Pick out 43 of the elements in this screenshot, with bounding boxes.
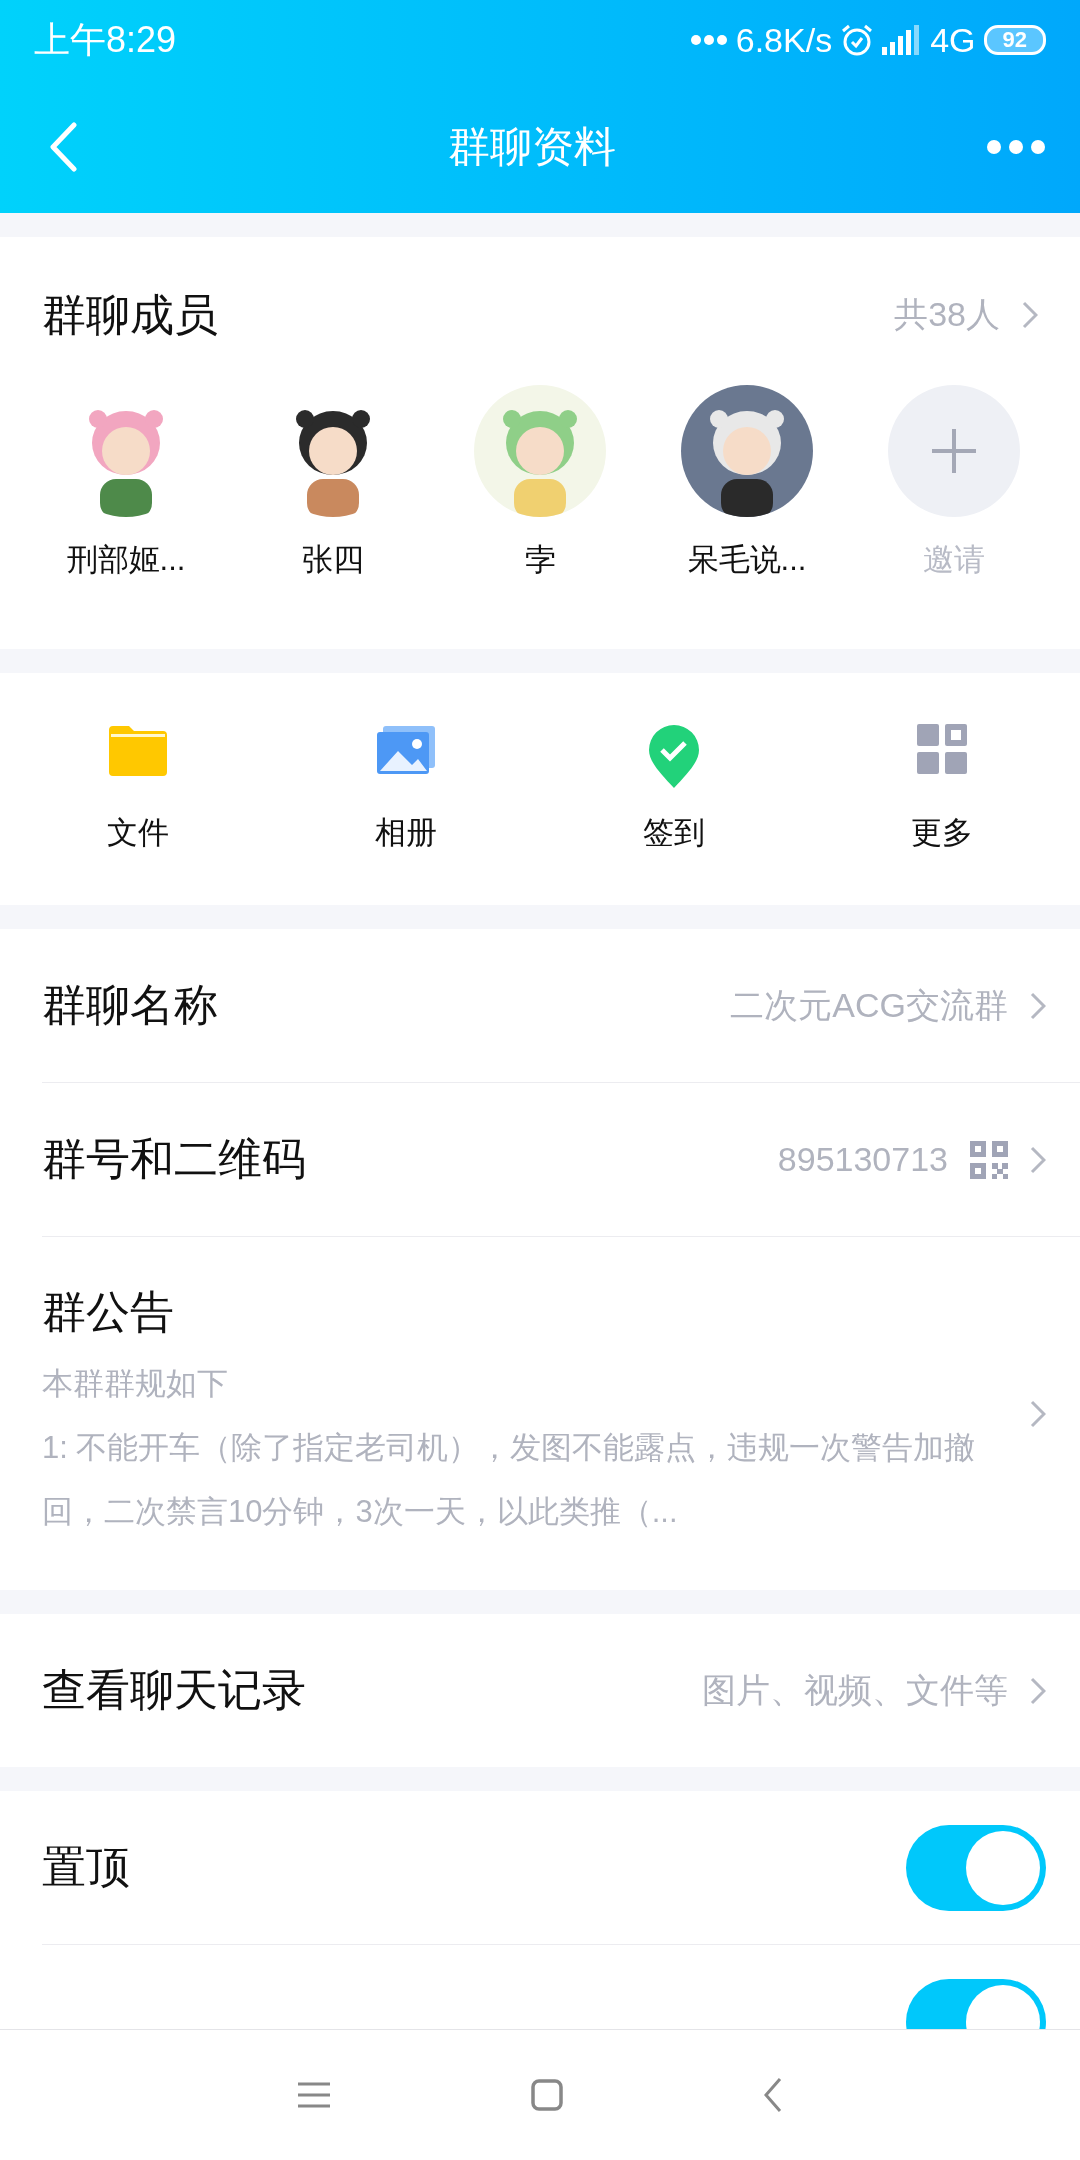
announcement-text: 1: 不能开车（除了指定老司机），发图不能露点，违规一次警告加撤回，二次禁言10分钟，3次一天，以此类推（... bbox=[42, 1429, 977, 1531]
row-label: 群号和二维码 bbox=[42, 1133, 306, 1185]
chevron-icon bbox=[1022, 301, 1038, 329]
grid-icon[interactable] bbox=[917, 724, 967, 774]
image-icon[interactable] bbox=[375, 724, 437, 776]
invite-label: 邀请 bbox=[923, 541, 985, 579]
row-label: 查看聊天记录 bbox=[42, 1664, 306, 1716]
page-title: 群聊资料 bbox=[448, 121, 616, 172]
member-name: 刑部姬... bbox=[66, 541, 186, 579]
network-speed: 6.8K/s bbox=[735, 20, 833, 60]
member-name: 张四 bbox=[302, 541, 364, 579]
member-name: 呆毛说... bbox=[687, 541, 807, 579]
dots-icon bbox=[689, 34, 728, 46]
chevron-icon bbox=[1030, 1676, 1046, 1705]
action-label: 文件 bbox=[107, 814, 169, 852]
action-label: 相册 bbox=[375, 814, 437, 852]
chevron-icon bbox=[1030, 991, 1046, 1020]
member-count[interactable]: 共38人 bbox=[894, 292, 1000, 338]
back-icon[interactable] bbox=[763, 2077, 783, 2113]
member-name: 孛 bbox=[524, 541, 556, 579]
row-value[interactable]: 二次元ACG交流群 bbox=[730, 982, 1008, 1029]
qr-code-icon[interactable] bbox=[970, 1140, 1008, 1179]
chevron-icon bbox=[1030, 1145, 1046, 1174]
action-label: 更多 bbox=[911, 814, 973, 852]
chevron-icon bbox=[1030, 1399, 1046, 1428]
alarm-icon bbox=[840, 23, 875, 57]
home-icon[interactable] bbox=[531, 2079, 563, 2111]
status-time: 上午8:29 bbox=[34, 17, 177, 62]
row-label: 置顶 bbox=[42, 1841, 130, 1893]
checkmark-pin-icon[interactable] bbox=[647, 724, 701, 790]
announcement-text: 本群群规如下 bbox=[42, 1365, 229, 1403]
menu-icon[interactable] bbox=[297, 2081, 331, 2109]
row-label: 群公告 bbox=[42, 1286, 175, 1338]
section-title: 群聊成员 bbox=[42, 288, 218, 341]
more-icon[interactable] bbox=[986, 138, 1046, 155]
row-value[interactable]: 图片、视频、文件等 bbox=[702, 1667, 1008, 1714]
row-value[interactable]: 895130713 bbox=[777, 1140, 948, 1179]
row-label: 群聊名称 bbox=[42, 979, 218, 1031]
back-icon[interactable] bbox=[48, 121, 78, 172]
folder-icon[interactable] bbox=[107, 724, 169, 776]
action-label: 签到 bbox=[643, 814, 705, 852]
battery-indicator: 92 bbox=[983, 25, 1046, 55]
network-type: 4G bbox=[930, 20, 976, 60]
